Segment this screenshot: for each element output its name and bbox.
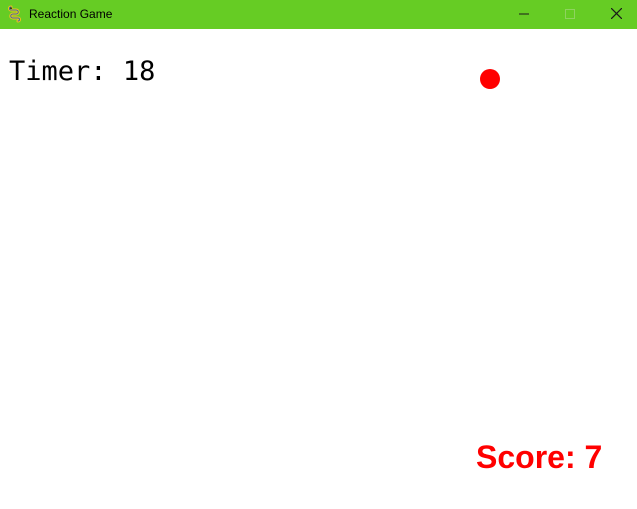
minimize-icon <box>519 6 529 24</box>
close-button[interactable] <box>593 0 637 29</box>
maximize-button[interactable] <box>547 0 593 29</box>
pygame-snake-icon <box>7 5 23 23</box>
game-canvas[interactable]: Timer: 18 Score: 7 <box>0 29 637 509</box>
window-titlebar[interactable]: Reaction Game <box>0 0 637 29</box>
target-dot[interactable] <box>480 69 500 89</box>
close-icon <box>610 6 622 24</box>
score-label: Score: <box>476 439 576 475</box>
maximize-icon <box>565 6 575 24</box>
score-value: 7 <box>584 439 603 475</box>
score-display: Score: 7 <box>476 438 602 476</box>
window-title: Reaction Game <box>29 7 113 21</box>
timer-label: Timer: <box>9 56 107 87</box>
timer-display: Timer: 18 <box>9 57 155 87</box>
minimize-button[interactable] <box>501 0 547 29</box>
timer-value: 18 <box>122 56 156 87</box>
